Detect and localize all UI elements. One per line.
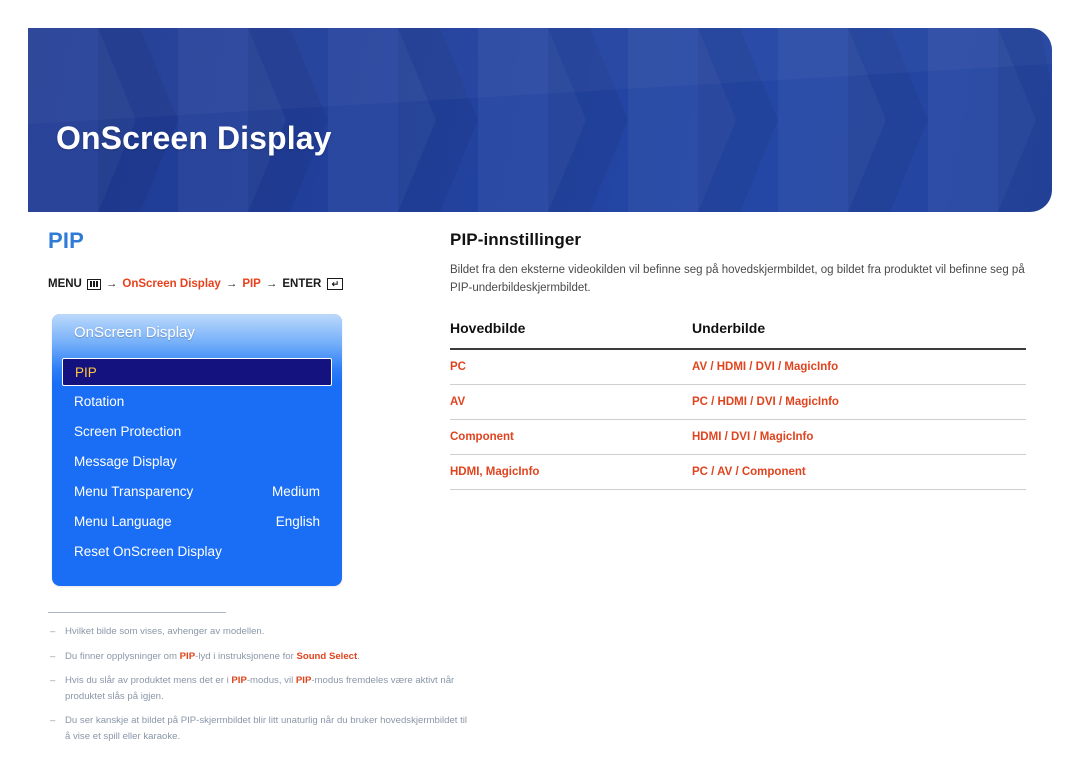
breadcrumb-step-onscreen-display[interactable]: OnScreen Display <box>122 278 220 290</box>
footnotes-divider <box>48 612 226 613</box>
table-cell-sub: HDMI / DVI / MagicInfo <box>692 419 1026 455</box>
table-row: HDMI, MagicInfo PC / AV / Component <box>450 454 1026 490</box>
section-title: PIP <box>48 228 85 253</box>
table-cell-main: AV <box>450 384 692 420</box>
pip-settings-description: Bildet fra den eksterne videokilden vil … <box>450 264 1025 294</box>
osd-item-label: Menu Language <box>74 513 172 529</box>
osd-item-value: English <box>275 513 320 529</box>
left-column: PIP MENU → OnScreen Display → PIP → ENTE… <box>48 228 428 290</box>
osd-item-menu-language[interactable]: Menu Language English <box>52 506 342 536</box>
table-cell-sub: PC / HDMI / DVI / MagicInfo <box>692 384 1026 420</box>
osd-item-menu-transparency[interactable]: Menu Transparency Medium <box>52 476 342 506</box>
table-cell-sub: AV / HDMI / DVI / MagicInfo <box>692 348 1026 385</box>
breadcrumb-step-pip[interactable]: PIP <box>242 278 261 290</box>
breadcrumb-enter-label: ENTER <box>282 278 322 290</box>
osd-item-pip[interactable]: PIP <box>62 358 332 386</box>
osd-item-label: Menu Transparency <box>74 483 194 499</box>
footnotes: Hvilket bilde som vises, avhenger av mod… <box>48 612 468 753</box>
osd-menu-panel: OnScreen Display PIP Rotation Screen Pro… <box>52 314 342 586</box>
table-row: PC AV / HDMI / DVI / MagicInfo <box>450 348 1026 385</box>
osd-item-label: PIP <box>75 364 97 380</box>
breadcrumb: MENU → OnScreen Display → PIP → ENTER ↵ <box>48 278 428 290</box>
osd-item-label: Message Display <box>74 453 177 469</box>
osd-item-value: Medium <box>271 483 320 499</box>
osd-item-rotation[interactable]: Rotation <box>52 386 342 416</box>
table-row: Component HDMI / DVI / MagicInfo <box>450 419 1026 455</box>
footnote-item: Hvis du slår av produktet mens det er i … <box>48 673 468 704</box>
osd-item-label: Screen Protection <box>74 423 182 439</box>
footnote-item: Hvilket bilde som vises, avhenger av mod… <box>48 624 468 640</box>
table-header-main-picture: Hovedbilde <box>450 319 692 350</box>
pip-settings-title: PIP-innstillinger <box>450 230 582 249</box>
osd-panel-title: OnScreen Display <box>74 324 195 341</box>
osd-item-reset-onscreen-display[interactable]: Reset OnScreen Display <box>52 536 342 566</box>
page-header-banner: OnScreen Display <box>28 28 1052 212</box>
osd-item-screen-protection[interactable]: Screen Protection <box>52 416 342 446</box>
page-title: OnScreen Display <box>56 120 332 156</box>
table-cell-main: Component <box>450 419 692 455</box>
enter-return-icon: ↵ <box>327 278 344 290</box>
table-cell-main: PC <box>450 348 692 385</box>
pip-source-table: Hovedbilde Underbilde PC AV / HDMI / DVI… <box>450 319 1026 490</box>
footnote-item: Du ser kanskje at bildet på PIP-skjermbi… <box>48 713 468 744</box>
breadcrumb-arrow-1: → <box>105 278 118 290</box>
table-cell-sub: PC / AV / Component <box>692 454 1026 490</box>
menu-grid-icon <box>86 278 101 290</box>
osd-item-message-display[interactable]: Message Display <box>52 446 342 476</box>
table-header-sub-picture: Underbilde <box>692 319 1026 350</box>
table-header-row: Hovedbilde Underbilde <box>450 319 1026 350</box>
footnote-item: Du finner opplysninger om PIP-lyd i inst… <box>48 649 468 665</box>
osd-item-label: Rotation <box>74 393 125 409</box>
breadcrumb-arrow-2: → <box>225 278 238 290</box>
osd-item-label: Reset OnScreen Display <box>74 543 222 559</box>
breadcrumb-menu-label: MENU <box>48 278 82 290</box>
table-row: AV PC / HDMI / DVI / MagicInfo <box>450 384 1026 420</box>
right-column: PIP-innstillinger Bildet fra den ekstern… <box>450 230 1026 490</box>
table-cell-main: HDMI, MagicInfo <box>450 454 692 490</box>
page-root: OnScreen Display PIP MENU → OnScreen Dis… <box>0 0 1080 763</box>
osd-menu-list: PIP Rotation Screen Protection Message D… <box>52 358 342 566</box>
breadcrumb-arrow-3: → <box>265 278 278 290</box>
